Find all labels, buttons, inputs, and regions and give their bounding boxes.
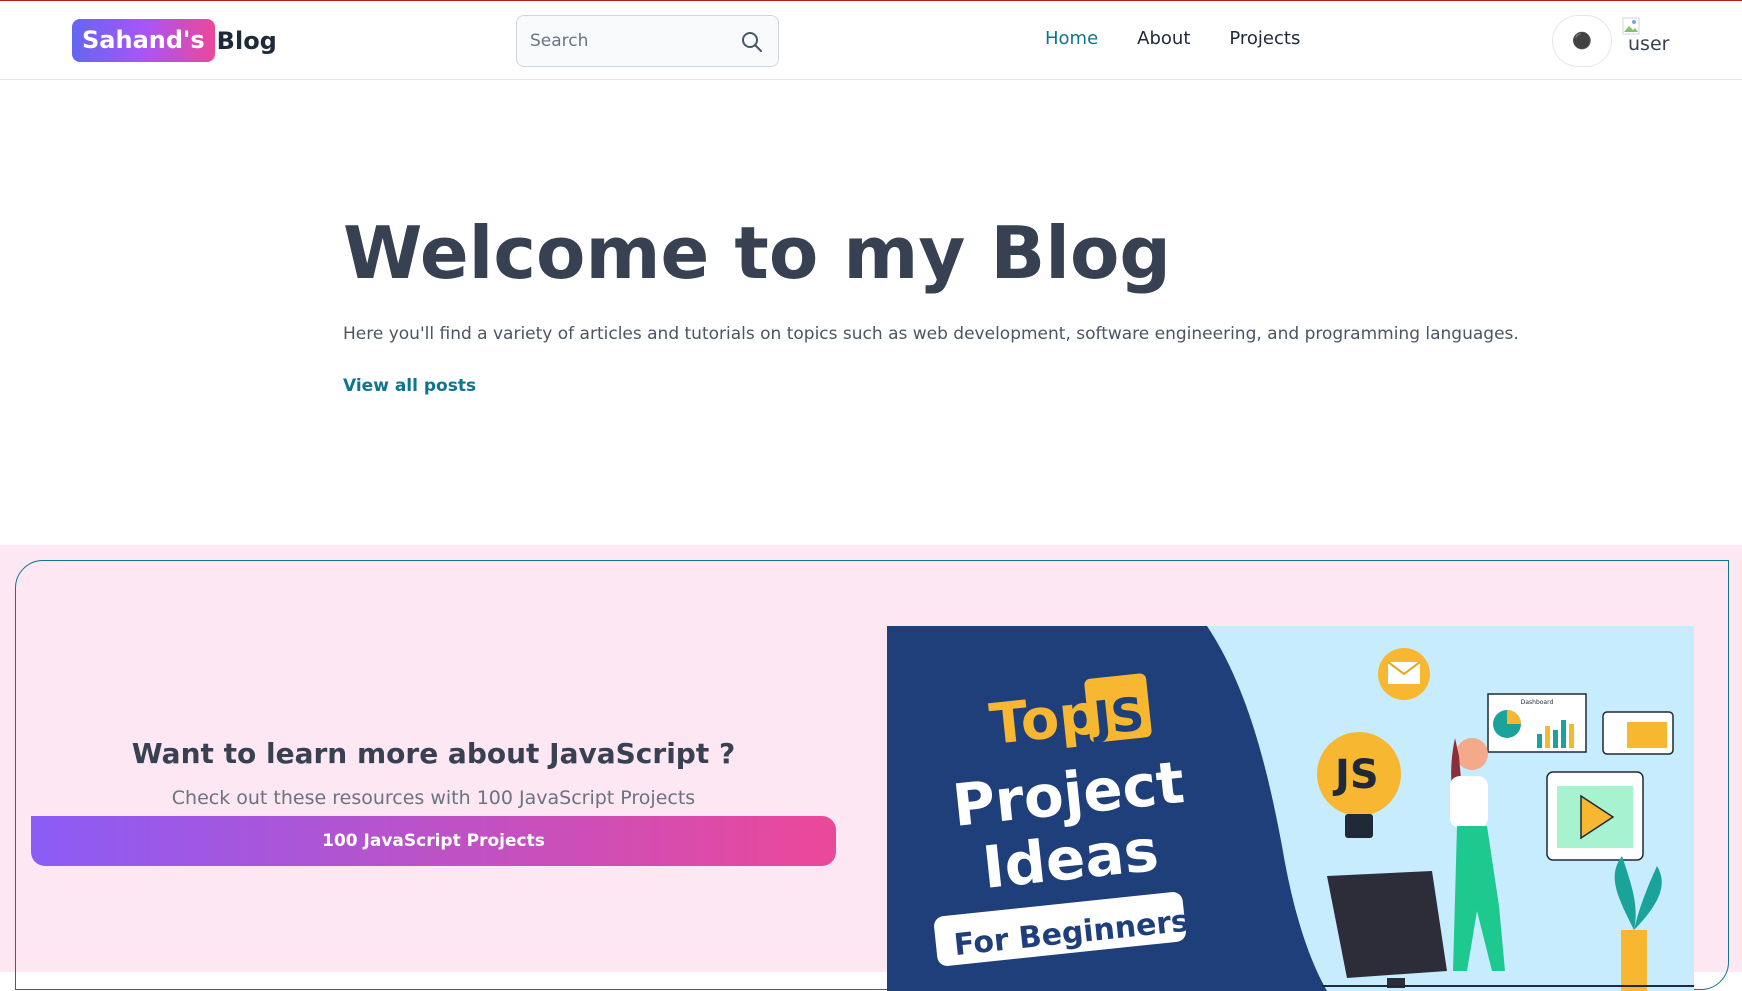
hero-section: Welcome to my Blog Here you'll find a va…: [343, 210, 1543, 396]
js-projects-banner-image: Top JS Project Ideas For Beginners Dashb…: [887, 626, 1694, 991]
avatar[interactable]: user: [1622, 17, 1672, 67]
search-input[interactable]: [517, 16, 727, 66]
hero-description: Here you'll find a variety of articles a…: [343, 324, 1519, 345]
sun-icon: ⚫: [1572, 33, 1592, 50]
main-nav: Home About Projects: [1045, 28, 1339, 49]
envelope-icon: [1378, 648, 1430, 700]
banner-word-top: Top: [987, 682, 1103, 758]
hero-title: Welcome to my Blog: [343, 211, 1171, 295]
view-all-posts-link[interactable]: View all posts: [343, 376, 476, 396]
svg-text:Dashboard: Dashboard: [1521, 699, 1554, 706]
cta-content: Want to learn more about JavaScript ? Ch…: [31, 561, 836, 989]
javascript-projects-button[interactable]: 100 JavaScript Projects: [31, 816, 836, 866]
banner-word-js: JS: [1088, 686, 1147, 745]
dashboard-card: Dashboard: [1487, 693, 1587, 753]
logo-badge: Sahand's: [72, 19, 215, 62]
svg-text:JS: JS: [1332, 752, 1379, 798]
logo-link[interactable]: Sahand's Blog: [72, 19, 277, 62]
calculator-card: [1602, 711, 1674, 755]
cta-section: Want to learn more about JavaScript ? Ch…: [0, 545, 1742, 991]
avatar-alt-text: user: [1628, 33, 1670, 55]
video-card: [1546, 771, 1644, 861]
cta-title: Want to learn more about JavaScript ?: [131, 737, 736, 770]
search-icon[interactable]: [740, 30, 764, 54]
nav-about[interactable]: About: [1137, 28, 1190, 49]
theme-toggle-button[interactable]: ⚫: [1552, 15, 1612, 67]
navbar: Sahand's Blog Home About Projects ⚫ user: [0, 0, 1742, 80]
cta-box: Want to learn more about JavaScript ? Ch…: [15, 560, 1729, 991]
cta-subtitle: Check out these resources with 100 JavaS…: [171, 787, 696, 809]
banner-illustration: Top JS Project Ideas For Beginners Dashb…: [887, 626, 1694, 991]
nav-projects[interactable]: Projects: [1229, 28, 1300, 49]
nav-home[interactable]: Home: [1045, 28, 1098, 49]
logo-text: Blog: [216, 26, 277, 55]
search-box: [516, 15, 779, 67]
